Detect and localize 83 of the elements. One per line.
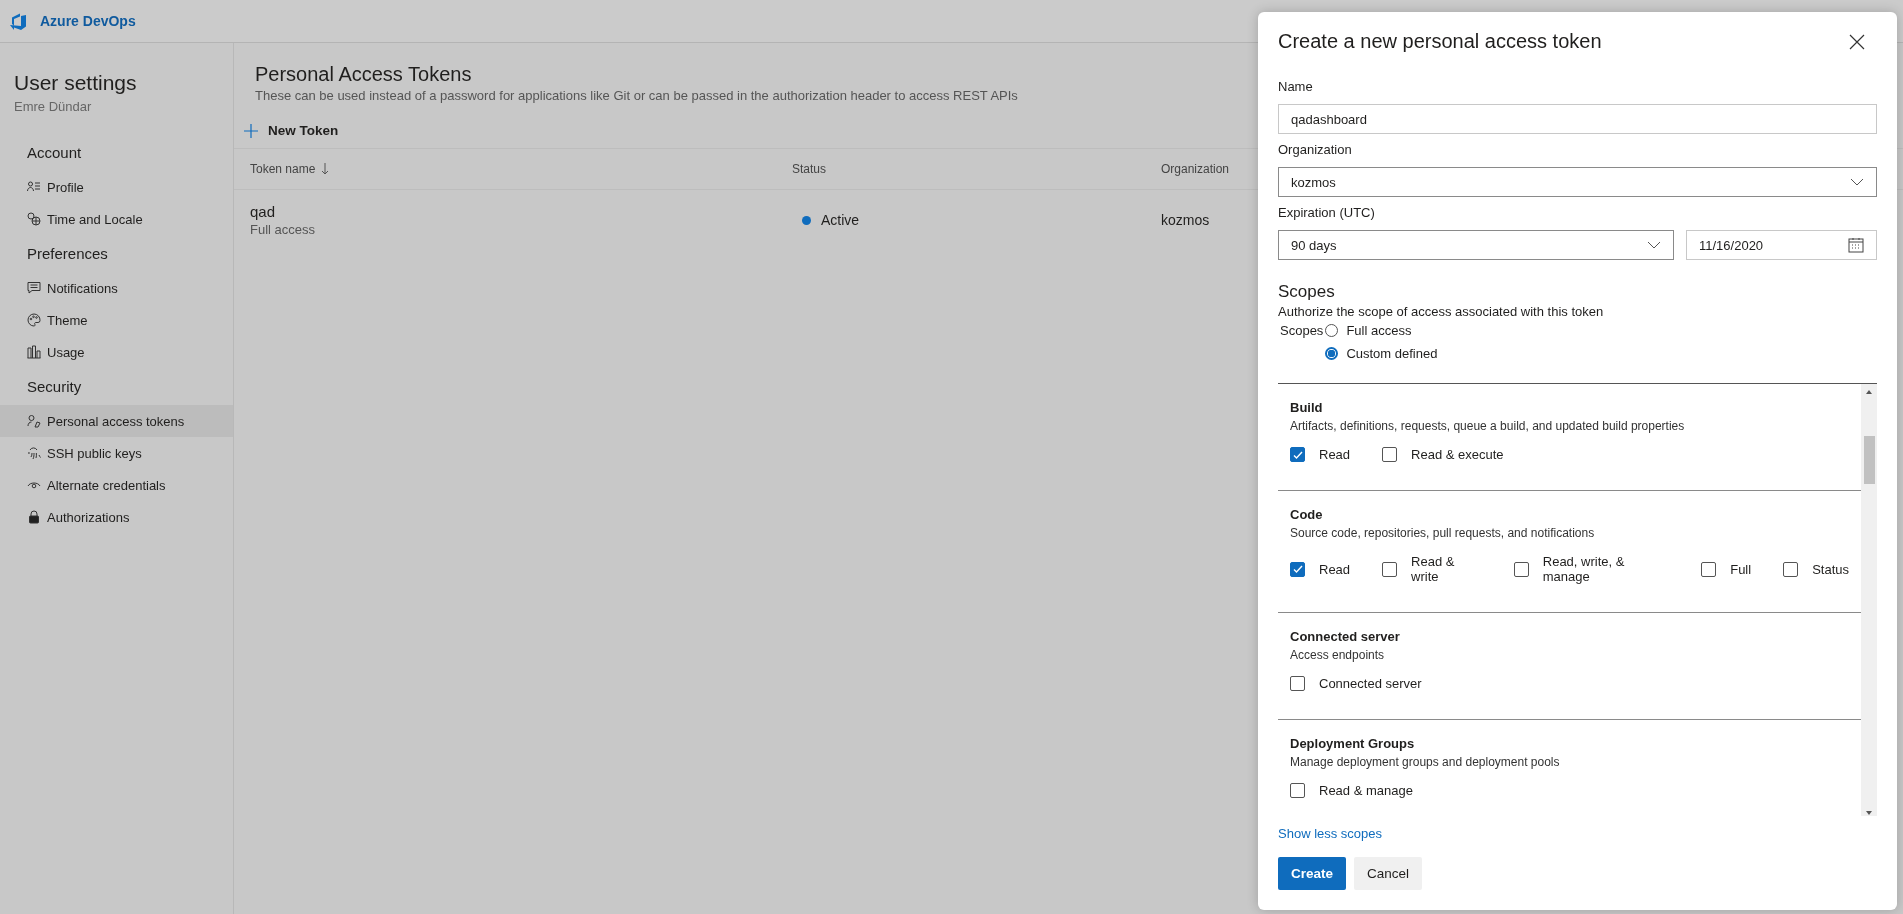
globe-icon bbox=[27, 212, 41, 226]
lock-icon bbox=[27, 510, 41, 524]
status-dot bbox=[802, 215, 811, 225]
status-text: Active bbox=[821, 212, 860, 228]
field-label: Name bbox=[1278, 79, 1314, 94]
permission-option[interactable]: Read, write, & manage bbox=[1513, 554, 1670, 584]
radio-group-label: Scopes bbox=[1279, 323, 1324, 340]
checkbox[interactable] bbox=[1382, 447, 1398, 462]
radio-button[interactable] bbox=[1325, 347, 1339, 360]
scope-description: Source code, repositories, pull requests, and notifications bbox=[1290, 526, 1596, 540]
palette-icon bbox=[27, 313, 41, 327]
user-name: Emre Dündar bbox=[13, 99, 93, 114]
profile-icon bbox=[27, 180, 41, 194]
sidebar-item[interactable]: Theme bbox=[0, 304, 233, 336]
show-less-scopes-link[interactable]: Show less scopes bbox=[1278, 826, 1383, 841]
sidebar-item[interactable]: Profile bbox=[0, 171, 233, 203]
cancel-button[interactable]: Cancel bbox=[1354, 857, 1423, 890]
logo-icon bbox=[8, 11, 28, 31]
date-field[interactable]: 11/16/2020 bbox=[1686, 230, 1877, 260]
checkbox[interactable] bbox=[1290, 783, 1305, 798]
sidebar-item[interactable]: Alternate credentials bbox=[0, 469, 233, 501]
scopes-heading: Scopes bbox=[1278, 282, 1336, 302]
checkbox[interactable] bbox=[1290, 676, 1305, 691]
column-header[interactable]: Token name bbox=[250, 162, 316, 176]
organization-dropdown[interactable]: kozmos bbox=[1278, 167, 1877, 197]
scope-description: Artifacts, definitions, requests, queue a build, and updated build properties bbox=[1290, 419, 1686, 433]
permission-option[interactable]: Status bbox=[1783, 561, 1849, 577]
permission-option[interactable]: Full bbox=[1701, 561, 1752, 577]
sidebar-item[interactable]: Authorizations bbox=[0, 501, 233, 533]
chevron-down-icon bbox=[1850, 178, 1864, 186]
sidebar-item[interactable]: Time and Locale bbox=[0, 203, 233, 235]
field-label: Expiration (UTC) bbox=[1278, 205, 1376, 220]
radio-option[interactable]: Custom defined bbox=[1325, 346, 1438, 361]
permission-option[interactable]: Read bbox=[1290, 561, 1351, 577]
dialog-title: Create a new personal access token bbox=[1278, 30, 1602, 53]
sidebar-item[interactable]: SSH public keys bbox=[0, 437, 233, 469]
section-heading: Security bbox=[26, 378, 83, 395]
new-token-button[interactable]: New Token bbox=[234, 117, 349, 144]
app-name[interactable]: Azure DevOps bbox=[40, 13, 136, 29]
name-field[interactable]: qadashboard bbox=[1278, 104, 1877, 134]
sidebar-item[interactable]: Usage bbox=[0, 336, 233, 368]
checkbox[interactable] bbox=[1783, 561, 1799, 577]
page-description: These can be used instead of a password for applications like Git or can be passed in the authorization header to access REST APIs bbox=[255, 88, 1018, 103]
checkbox[interactable] bbox=[1513, 561, 1529, 577]
close-icon[interactable] bbox=[1849, 33, 1865, 50]
sidebar-item[interactable]: Personal access tokens bbox=[0, 405, 233, 437]
permission-option[interactable]: Read & execute bbox=[1382, 447, 1504, 462]
calendar-icon[interactable] bbox=[1848, 237, 1864, 253]
permission-option[interactable]: Read bbox=[1290, 447, 1351, 462]
scope-title: Build bbox=[1290, 400, 1324, 415]
scope-description: Access endpoints bbox=[1290, 648, 1386, 662]
page-title: Personal Access Tokens bbox=[255, 63, 472, 86]
checkbox[interactable] bbox=[1701, 561, 1717, 577]
field-label: Organization bbox=[1278, 142, 1353, 157]
chevron-down-icon bbox=[1647, 241, 1661, 249]
column-header[interactable]: Organization bbox=[1161, 162, 1230, 176]
checkbox[interactable] bbox=[1290, 447, 1305, 462]
scopes-description: Authorize the scope of access associated with this token bbox=[1278, 304, 1605, 319]
checkbox[interactable] bbox=[1382, 561, 1398, 577]
key-icon bbox=[27, 414, 41, 428]
sidebar-item[interactable]: Notifications bbox=[0, 272, 233, 304]
organization-cell: kozmos bbox=[1161, 212, 1210, 228]
sidebar-title: User settings bbox=[13, 71, 138, 95]
permission-option[interactable]: Read & manage bbox=[1290, 783, 1413, 798]
scope-title: Code bbox=[1290, 507, 1324, 522]
permission-option[interactable]: Read & write bbox=[1382, 554, 1482, 584]
section-heading: Preferences bbox=[26, 245, 109, 262]
scope-title: Deployment Groups bbox=[1290, 736, 1416, 751]
token-name[interactable]: qad bbox=[250, 203, 276, 220]
permission-option[interactable]: Connected server bbox=[1290, 676, 1422, 691]
create-button[interactable]: Create bbox=[1278, 857, 1347, 890]
token-scope: Full access bbox=[250, 222, 316, 237]
plus-icon bbox=[244, 123, 258, 138]
chart-icon bbox=[27, 345, 41, 359]
scope-title: Connected server bbox=[1290, 629, 1401, 644]
chat-icon bbox=[27, 281, 41, 295]
expiration-dropdown[interactable]: 90 days bbox=[1278, 230, 1674, 260]
radio-option[interactable]: Full access bbox=[1325, 323, 1438, 338]
scope-description: Manage deployment groups and deployment pools bbox=[1290, 755, 1561, 769]
column-header[interactable]: Status bbox=[792, 162, 827, 176]
section-heading: Account bbox=[26, 144, 83, 161]
scrollbar[interactable] bbox=[1861, 384, 1877, 816]
checkbox[interactable] bbox=[1290, 561, 1305, 577]
